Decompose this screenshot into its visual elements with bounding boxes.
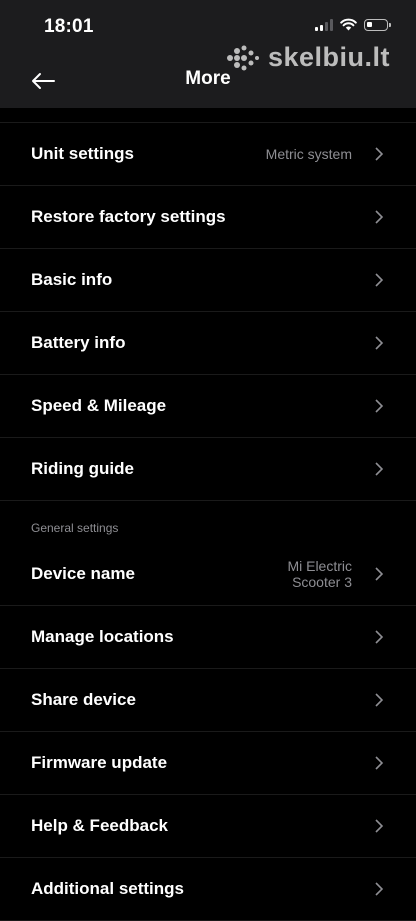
row-speed-mileage[interactable]: Speed & Mileage [0,375,416,438]
section-header-general: General settings [0,501,416,543]
chevron-right-icon [375,210,384,224]
status-time: 18:01 [44,16,94,37]
section-title: General settings [31,521,119,535]
row-device-name[interactable]: Device name Mi Electric Scooter 3 [0,543,416,606]
row-battery-info[interactable]: Battery info [0,312,416,375]
settings-list: Unit settings Metric system Restore fact… [0,108,416,921]
row-label: Additional settings [31,879,184,898]
row-label: Firmware update [31,753,168,772]
status-icons [315,18,391,31]
chevron-right-icon [375,462,384,476]
row-label: Manage locations [31,627,174,646]
row-additional-settings[interactable]: Additional settings [0,858,416,921]
chevron-right-icon [375,630,384,644]
wifi-icon [340,18,357,31]
row-share-device[interactable]: Share device [0,669,416,732]
row-value-line: Mi Electric [287,558,352,574]
chevron-right-icon [375,882,384,896]
row-manage-locations[interactable]: Manage locations [0,606,416,669]
row-restore-factory-settings[interactable]: Restore factory settings [0,186,416,249]
row-label: Help & Feedback [31,816,168,835]
row-label: Basic info [31,270,113,289]
chevron-right-icon [375,756,384,770]
row-help-feedback[interactable]: Help & Feedback [0,795,416,858]
row-value-line: Scooter 3 [292,574,352,590]
chevron-right-icon [375,273,384,287]
dots-logo-icon [226,45,259,70]
watermark: skelbiu.lt [226,42,390,73]
row-firmware-update[interactable]: Firmware update [0,732,416,795]
row-riding-guide[interactable]: Riding guide [0,438,416,501]
chevron-right-icon [375,147,384,161]
row-label: Share device [31,690,136,709]
row-unit-settings[interactable]: Unit settings Metric system [0,123,416,186]
row-value: Metric system [265,146,352,162]
watermark-text: skelbiu.lt [267,42,390,72]
row-basic-info[interactable]: Basic info [0,249,416,312]
chevron-right-icon [375,693,384,707]
battery-icon [364,18,391,31]
chevron-right-icon [375,399,384,413]
row-label: Restore factory settings [31,207,226,226]
chevron-right-icon [375,567,384,581]
chevron-right-icon [375,819,384,833]
row-label: Speed & Mileage [31,396,167,415]
signal-icon [315,18,333,31]
battery-level [367,21,372,27]
row-label: Unit settings [31,144,134,163]
row-value: Mi Electric Scooter 3 [287,558,352,590]
chevron-right-icon [375,336,384,350]
list-top-spacer [0,108,416,123]
row-label: Riding guide [31,459,134,478]
row-label: Device name [31,564,135,583]
row-label: Battery info [31,333,126,352]
